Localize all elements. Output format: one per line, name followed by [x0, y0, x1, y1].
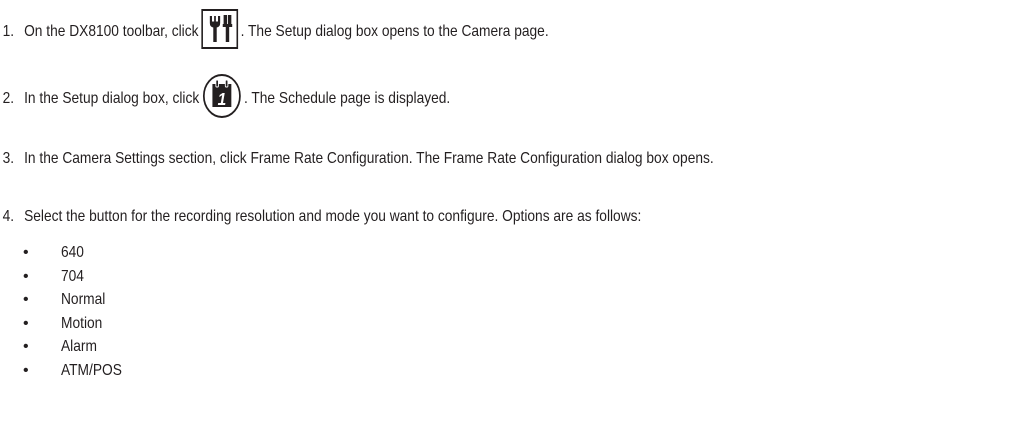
option-label: 704	[61, 267, 84, 285]
instruction-document: 1. On the DX8100 toolbar, click . The Se…	[0, 0, 1013, 435]
option-label: Normal	[61, 291, 106, 309]
bullet-icon: •	[23, 314, 29, 332]
step-text: On the DX8100 toolbar, click	[24, 23, 199, 40]
step-3: 3. In the Camera Settings section, click…	[0, 149, 714, 169]
schedule-calendar-icon: 1	[202, 73, 242, 125]
setup-tools-icon	[201, 9, 239, 55]
option-label: Alarm	[61, 338, 97, 356]
option-label: Motion	[61, 314, 103, 332]
step-text: In the Camera Settings section, click Fr…	[24, 150, 714, 167]
schedule-day-number: 1	[217, 89, 226, 109]
step-text: In the Setup dialog box, click	[24, 90, 200, 107]
step-text: . The Schedule page is displayed.	[243, 90, 451, 107]
step-2: 2. In the Setup dialog box, click 1 . Th…	[0, 73, 450, 125]
bullet-icon: •	[23, 291, 29, 309]
step-text: . The Setup dialog box opens to the Came…	[240, 23, 549, 40]
bullet-icon: •	[23, 338, 29, 356]
bullet-icon: •	[23, 267, 29, 285]
option-label: ATM/POS	[61, 361, 122, 379]
option-label: 640	[61, 244, 84, 261]
bullet-icon: •	[23, 361, 29, 379]
step-text: Select the button for the recording reso…	[24, 208, 642, 225]
step-4: 4. Select the button for the recording r…	[0, 207, 642, 227]
step-number: 1.	[2, 23, 15, 40]
bullet-icon: •	[23, 244, 29, 261]
step-number: 2.	[2, 90, 15, 107]
step-number: 4.	[2, 208, 15, 225]
step-1: 1. On the DX8100 toolbar, click . The Se…	[0, 9, 549, 55]
step-number: 3.	[2, 150, 15, 167]
